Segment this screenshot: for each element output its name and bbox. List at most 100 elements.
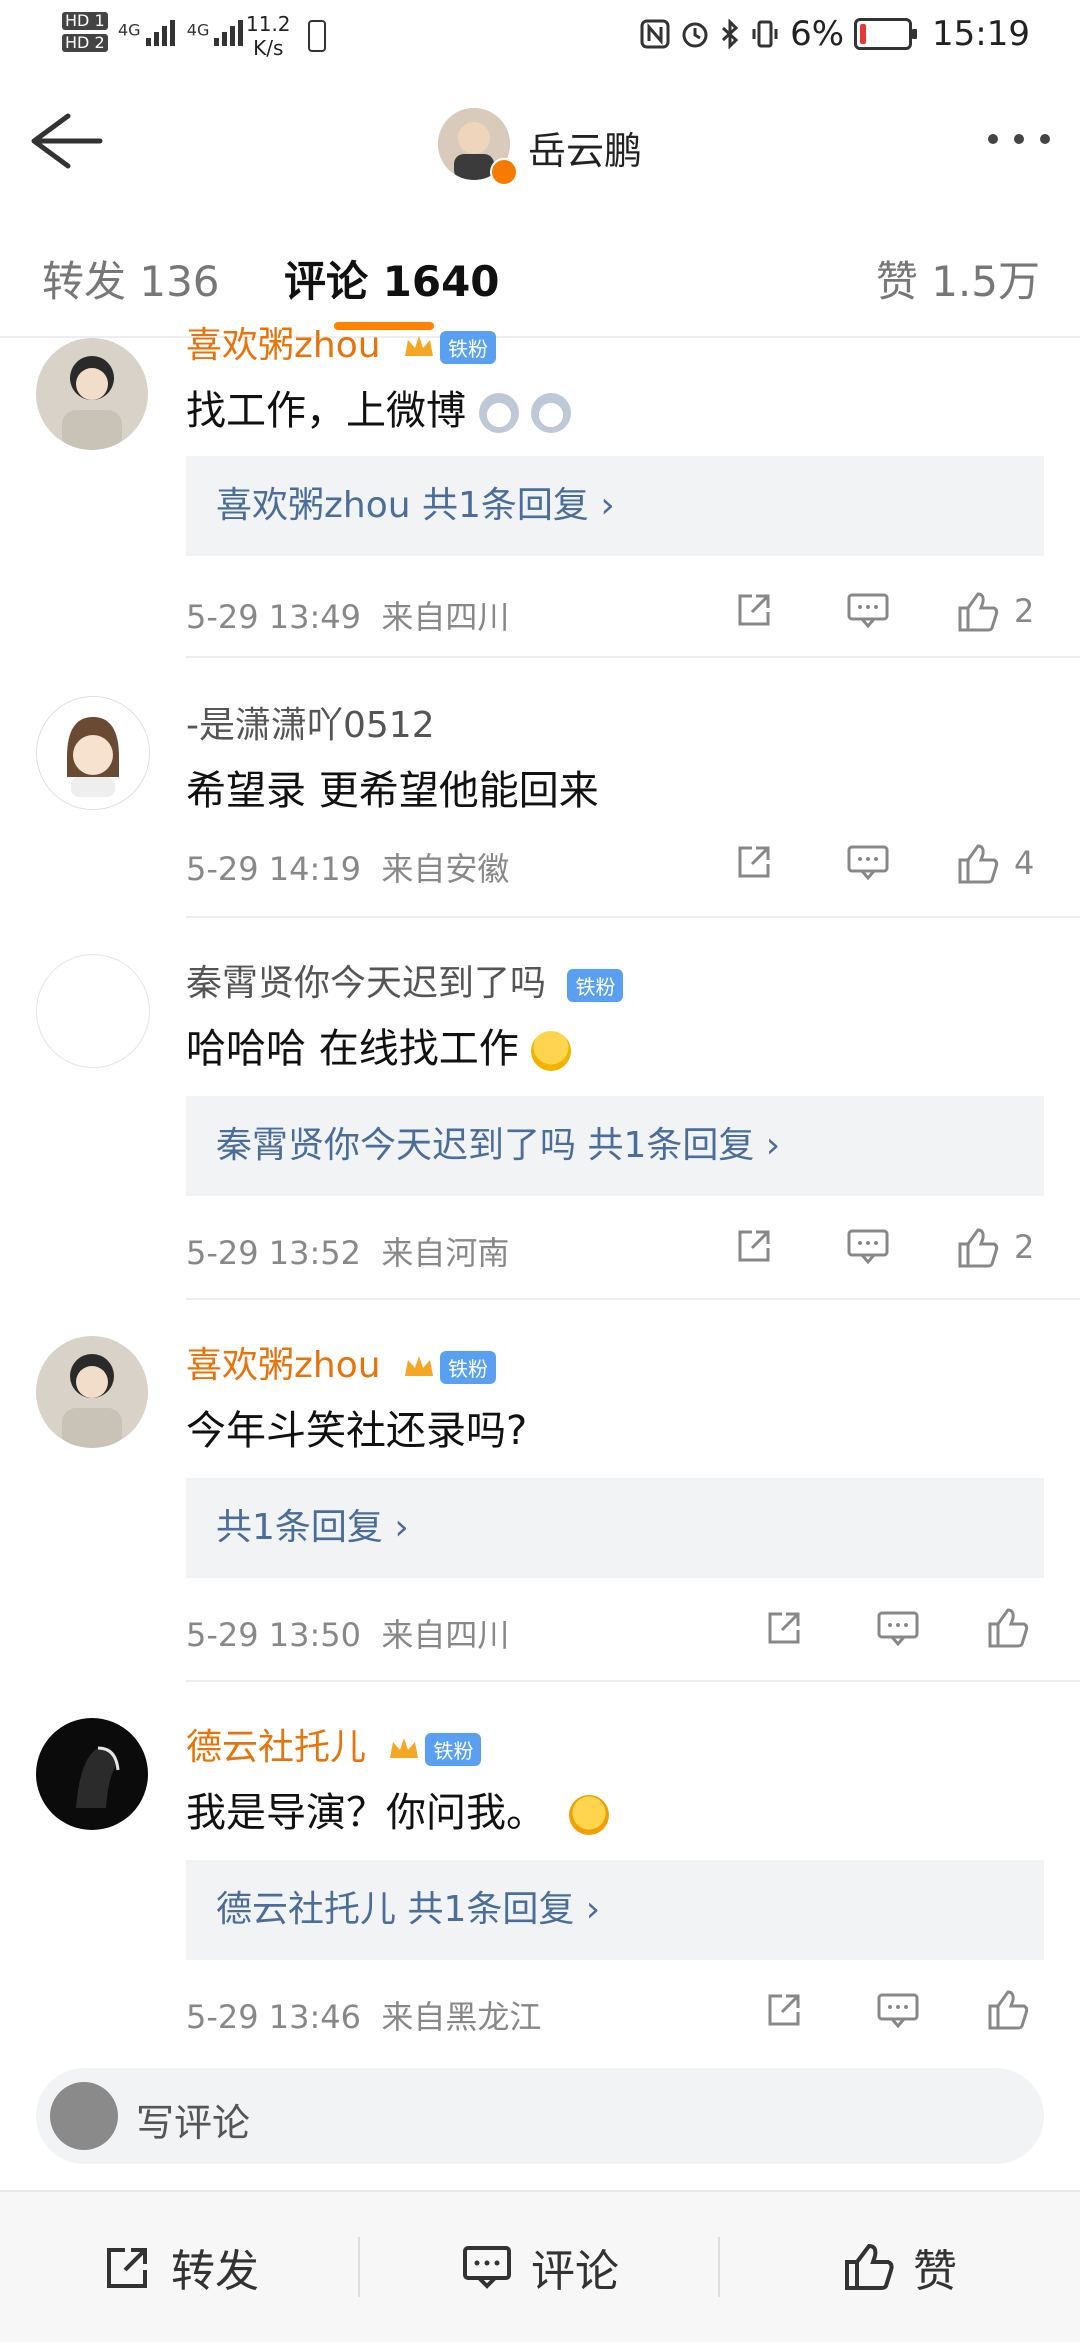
share-icon[interactable] <box>734 590 774 630</box>
share-icon[interactable] <box>734 842 774 882</box>
comment-text: 哈哈哈 在线找工作 <box>186 1016 572 1074</box>
commenter-name[interactable]: -是潇潇吖0512 <box>186 696 435 748</box>
crown-icon <box>390 1738 419 1758</box>
user-avatar <box>50 2082 118 2150</box>
commenter-avatar[interactable] <box>36 954 150 1068</box>
comment-item[interactable]: 德云社托儿 铁粉 我是导演？你问我。 德云社托儿 共1条回复 › 5-29 13… <box>0 1718 1080 2036</box>
comment-location: 来自四川 <box>381 598 510 636</box>
like-action[interactable]: 2 <box>956 590 1034 632</box>
tab-likes[interactable]: 赞 1.5万 <box>876 248 1040 309</box>
write-comment-placeholder: 写评论 <box>136 2101 251 2145</box>
more-options-icon[interactable] <box>988 134 1050 144</box>
comment-text-content: 哈哈哈 在线找工作 <box>186 1026 519 1072</box>
status-right: 6% 15:19 <box>640 14 1030 54</box>
divider <box>186 1680 1080 1682</box>
commenter-name[interactable]: 德云社托儿 铁粉 <box>186 1718 482 1770</box>
phone-icon <box>308 20 326 52</box>
fan-badge: 铁粉 <box>402 330 497 364</box>
fan-badge: 铁粉 <box>402 1350 497 1384</box>
commenter-name[interactable]: 秦霄贤你今天迟到了吗 铁粉 <box>186 954 624 1006</box>
divider <box>186 916 1080 918</box>
share-icon[interactable] <box>764 1608 804 1648</box>
speed-unit: K/s <box>253 36 284 60</box>
signal-icon <box>145 20 175 46</box>
comment-text: 希望录 更希望他能回来 <box>186 768 599 814</box>
like-icon[interactable] <box>986 1988 1030 2030</box>
comment-item[interactable]: 喜欢粥zhou 铁粉 今年斗笑社还录吗? 共1条回复 › 5-29 13:50 … <box>0 1336 1080 1682</box>
husky-emoji-icon <box>531 393 572 433</box>
tab-repost[interactable]: 转发 136 <box>42 248 220 309</box>
comment-bubble-icon <box>463 2246 511 2289</box>
bottom-action-bar: 转发 评论 赞 <box>0 2190 1080 2342</box>
share-icon[interactable] <box>764 1990 804 2030</box>
thumbs-up-icon <box>845 2243 894 2290</box>
comment-meta: 5-29 13:52 来自河南 <box>186 1228 509 1274</box>
fan-badge-label: 铁粉 <box>440 330 497 364</box>
vibrate-icon <box>752 20 778 48</box>
battery-percent: 6% <box>790 14 845 54</box>
comment-text: 找工作，上微博 <box>186 378 572 436</box>
comment-icon[interactable] <box>846 1226 890 1266</box>
comment-item[interactable]: 秦霄贤你今天迟到了吗 铁粉 哈哈哈 在线找工作 秦霄贤你今天迟到了吗 共1条回复… <box>0 954 1080 1300</box>
comment-location: 来自黑龙江 <box>381 1998 542 2036</box>
reply-preview[interactable]: 共1条回复 › <box>186 1478 1044 1578</box>
reply-preview[interactable]: 德云社托儿 共1条回复 › <box>186 1860 1044 1960</box>
reply-preview-text: 德云社托儿 共1条回复 › <box>216 1889 601 1930</box>
reply-preview[interactable]: 喜欢粥zhou 共1条回复 › <box>186 456 1044 556</box>
commenter-name[interactable]: 喜欢粥zhou 铁粉 <box>186 1336 497 1388</box>
comment-time: 5-29 13:49 <box>186 598 362 636</box>
comment-item[interactable]: 喜欢粥zhou 铁粉 找工作，上微博 喜欢粥zhou 共1条回复 › 5-29 … <box>0 325 1080 658</box>
avatar-image <box>36 338 148 450</box>
sim-indicators: HD 1 HD 2 <box>62 12 108 52</box>
like-icon[interactable] <box>986 1606 1030 1648</box>
like-action[interactable]: 4 <box>956 842 1034 884</box>
reply-preview-text: 喜欢粥zhou 共1条回复 › <box>216 485 615 526</box>
back-arrow-icon[interactable] <box>26 106 106 176</box>
clock: 15:19 <box>932 14 1030 54</box>
fan-badge-label: 铁粉 <box>440 1350 497 1384</box>
verified-badge <box>490 158 518 186</box>
bluetooth-icon <box>722 19 739 49</box>
reply-preview-text: 共1条回复 › <box>216 1507 409 1548</box>
fan-badge-label: 铁粉 <box>425 1732 482 1766</box>
crown-icon <box>405 1356 434 1376</box>
write-comment-box[interactable]: 写评论 <box>36 2068 1044 2164</box>
comment-text-content: 我是导演？你问我。 <box>186 1790 546 1836</box>
commenter-name-text: 喜欢粥zhou <box>186 325 381 366</box>
comment-icon[interactable] <box>876 1608 920 1648</box>
comment-icon[interactable] <box>846 590 890 630</box>
comment-meta: 5-29 13:46 来自黑龙江 <box>186 1992 541 2038</box>
divider <box>186 1298 1080 1300</box>
repost-button[interactable]: 转发 <box>0 2192 360 2342</box>
share-icon[interactable] <box>734 1226 774 1266</box>
like-count: 4 <box>1014 844 1035 882</box>
comment-icon[interactable] <box>846 842 890 882</box>
comment-icon[interactable] <box>876 1990 920 2030</box>
commenter-avatar[interactable] <box>36 338 148 450</box>
commenter-avatar[interactable] <box>36 696 150 810</box>
like-label: 赞 <box>913 2246 957 2297</box>
reply-preview[interactable]: 秦霄贤你今天迟到了吗 共1条回复 › <box>186 1096 1044 1196</box>
commenter-name[interactable]: 喜欢粥zhou 铁粉 <box>186 316 497 368</box>
comment-button[interactable]: 评论 <box>360 2192 720 2342</box>
comment-item[interactable]: -是潇潇吖0512 希望录 更希望他能回来 5-29 14:19 来自安徽 4 <box>0 696 1080 918</box>
page-title[interactable]: 岳云鹏 <box>528 120 642 175</box>
fan-badge-label: 铁粉 <box>567 968 624 1002</box>
net-speed: 11.2 K/s <box>246 12 291 60</box>
hd1-label: HD 1 <box>62 12 108 30</box>
network-label-1: 4G <box>118 20 141 40</box>
divider <box>186 656 1080 658</box>
like-icon <box>958 844 999 884</box>
comment-time: 5-29 13:50 <box>186 1616 362 1654</box>
tab-comments[interactable]: 评论 1640 <box>284 248 500 309</box>
like-count: 2 <box>1014 1228 1035 1266</box>
like-button[interactable]: 赞 <box>720 2192 1080 2342</box>
commenter-avatar[interactable] <box>36 1336 148 1448</box>
comment-meta: 5-29 13:49 来自四川 <box>186 592 509 638</box>
commenter-avatar[interactable] <box>36 1718 148 1830</box>
like-icon <box>958 1228 999 1268</box>
like-action[interactable]: 2 <box>956 1226 1034 1268</box>
hd2-label: HD 2 <box>62 34 108 52</box>
comment-text-content: 找工作，上微博 <box>186 388 466 434</box>
top-nav: 岳云鹏 <box>0 72 1080 208</box>
